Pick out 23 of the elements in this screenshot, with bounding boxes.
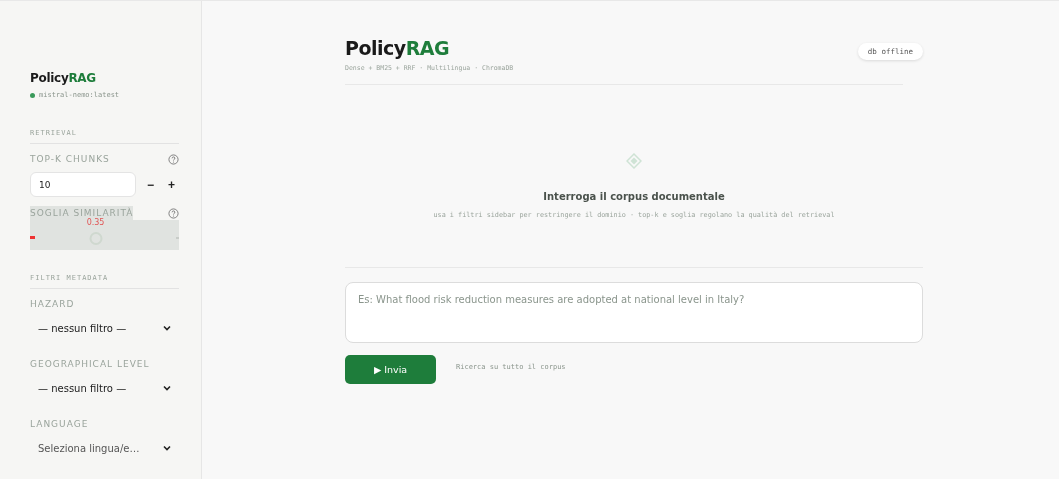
- chevron-down-icon: [163, 385, 171, 391]
- chevron-down-icon: [163, 325, 171, 331]
- query-field[interactable]: Es: What flood risk reduction measures are adopted at national level in Italy?: [345, 282, 923, 343]
- filter-label: LANGUAGE: [30, 418, 89, 431]
- empty-state-title: Interroga il corpus documentale: [543, 191, 725, 202]
- app-title: PolicyRAG: [345, 37, 450, 59]
- filter-label: GEOGRAPHICAL LEVEL: [30, 358, 150, 371]
- filter-dropdown[interactable]: — nessun filtro —: [30, 317, 179, 339]
- filter-dropdown[interactable]: Seleziona lingua/e…: [30, 437, 179, 459]
- send-button[interactable]: ▶ Invia: [345, 355, 436, 384]
- diamond-icon: [626, 153, 642, 169]
- brand-logo: PolicyRAG: [30, 71, 96, 85]
- help-icon[interactable]: [168, 207, 179, 219]
- filter-label: HAZARD: [30, 298, 75, 311]
- filter-dropdown[interactable]: — nessun filtro —: [30, 377, 179, 399]
- top-k-field[interactable]: 10: [30, 172, 136, 197]
- slider-min-tick: [30, 236, 35, 239]
- slider-reading: 0.35: [86, 218, 105, 227]
- increment-button[interactable]: +: [164, 177, 179, 192]
- chevron-down-icon: [163, 445, 171, 451]
- help-icon[interactable]: [168, 153, 179, 165]
- field-label: TOP-K CHUNKS: [30, 153, 110, 166]
- decrement-button[interactable]: −: [142, 177, 158, 192]
